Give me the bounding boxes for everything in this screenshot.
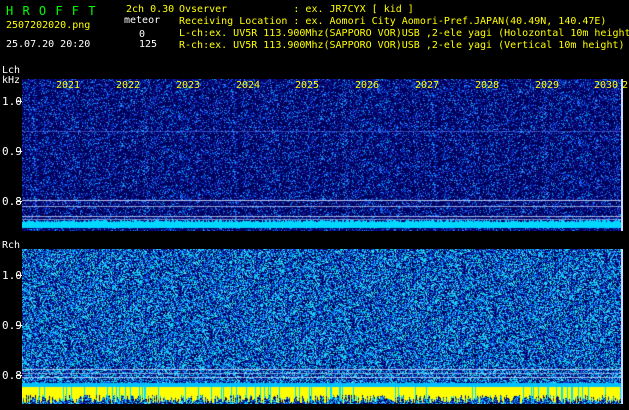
file-name: 2507202020.png — [6, 20, 91, 31]
time-label-2028: 2028 — [475, 80, 500, 91]
lch-unit: kHz — [2, 75, 21, 86]
meteor-count-rch: 125 — [139, 39, 158, 50]
rch-info: R-ch:ex. UV5R 113.900Mhz(SAPPORO VOR)USB… — [179, 40, 625, 51]
time-label-2022: 2022 — [116, 80, 141, 91]
rch-spectrogram-canvas — [22, 249, 621, 404]
time-label-next: 2 — [622, 80, 629, 91]
lch-info: L-ch:ex. UV5R 113.900Mhz(SAPPORO VOR)USB… — [179, 28, 629, 39]
rch-right-edge — [621, 249, 623, 404]
time-label-2027: 2027 — [415, 80, 440, 91]
meteor-label: meteor — [124, 15, 161, 26]
lch-spectrogram[interactable] — [22, 79, 621, 231]
time-label-2026: 2026 — [355, 80, 380, 91]
time-label-2021: 2021 — [56, 80, 81, 91]
lch-right-edge — [621, 79, 623, 231]
time-label-2029: 2029 — [535, 80, 560, 91]
lch-spectrogram-canvas — [22, 79, 621, 231]
location-info: Receiving Location : ex. Aomori City Aom… — [179, 16, 607, 27]
mode-label: 2ch 0.30 — [126, 4, 175, 15]
app-title: H R O F F T — [6, 4, 97, 18]
time-label-2023: 2023 — [176, 80, 201, 91]
time-label-2024: 2024 — [236, 80, 261, 91]
timestamp: 25.07.20 20:20 — [6, 39, 91, 50]
rch-label: Rch — [2, 240, 21, 251]
rch-spectrogram[interactable] — [22, 249, 621, 404]
observer-info: Ovserver : ex. JR7CYX [ kid ] — [179, 4, 414, 15]
time-label-2030: 2030 — [594, 80, 619, 91]
time-label-2025: 2025 — [295, 80, 320, 91]
